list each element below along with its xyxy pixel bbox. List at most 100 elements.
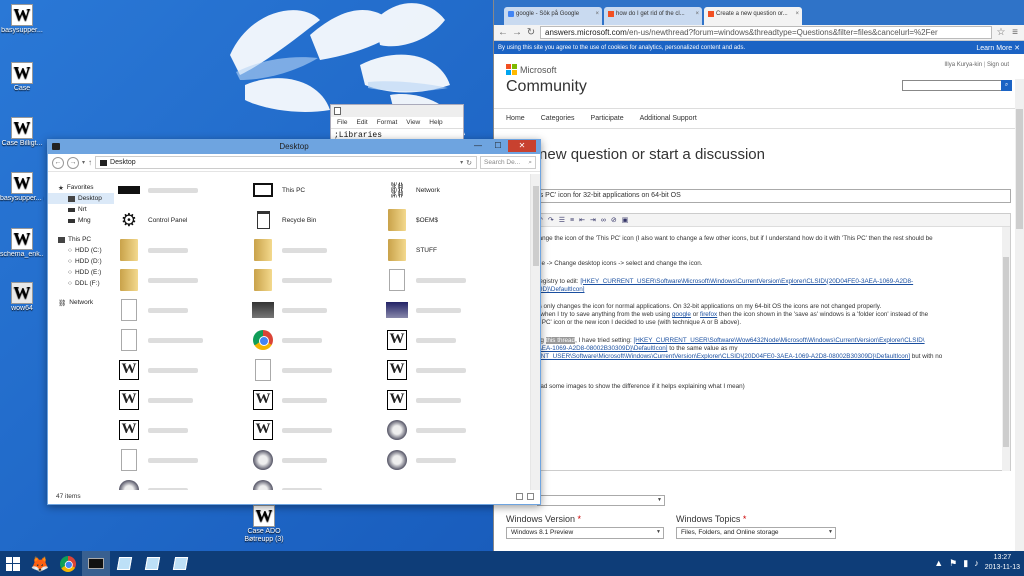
file-item[interactable]: W (118, 386, 193, 414)
tab-how-do-i[interactable]: how do I get rid of the cl... × (604, 7, 702, 25)
windows-topics-select[interactable]: Files, Folders, and Online storage ▼ (676, 527, 836, 539)
up-icon[interactable]: ↑ (88, 158, 92, 167)
menu-icon[interactable]: ≡ (1010, 27, 1020, 38)
file-item[interactable] (118, 176, 198, 204)
file-item[interactable]: W (118, 356, 198, 384)
file-item[interactable] (252, 476, 322, 490)
question-title-input[interactable]: This PC' icon for 32-bit applications on… (521, 189, 1011, 203)
indent-icon[interactable]: ⇥ (590, 216, 596, 224)
chevron-down-icon[interactable]: ▾ (82, 159, 85, 166)
file-item[interactable]: W (386, 326, 456, 354)
file-item[interactable] (386, 416, 466, 444)
rich-text-editor[interactable]: I ↶ ↷ ☰ ≡ ⇤ ⇥ ∞ ⊘ ▣ change the icon of t… (521, 213, 1011, 471)
user-name-link[interactable]: Illya Kurya-kin (944, 62, 982, 68)
star-icon[interactable]: ☆ (996, 27, 1006, 38)
menu-format[interactable]: Format (377, 119, 398, 126)
menu-edit[interactable]: Edit (356, 119, 367, 126)
show-hidden-icons-icon[interactable]: ▲ (934, 558, 943, 568)
tab-create-question[interactable]: Create a new question or... × (704, 7, 802, 25)
folder-item[interactable] (118, 266, 198, 294)
explorer-search-input[interactable]: Search De... ⌕ (480, 156, 536, 169)
file-item[interactable] (118, 296, 188, 324)
file-item[interactable]: W (252, 386, 327, 414)
network-item[interactable]: ⛓ Network (386, 176, 439, 204)
close-tab-icon[interactable]: × (595, 11, 599, 25)
back-icon[interactable]: ← (498, 27, 508, 38)
file-item[interactable] (252, 356, 332, 384)
nav-drive-d[interactable]: ○ HDD (D:) (48, 256, 114, 267)
notepad-titlebar[interactable] (331, 105, 463, 117)
category-dropdown[interactable]: ▼ (537, 495, 665, 506)
site-title[interactable]: Community (506, 78, 587, 96)
start-button[interactable] (0, 551, 26, 576)
close-icon[interactable]: ✕ (1014, 45, 1020, 52)
network-status-icon[interactable]: ▮ (963, 558, 968, 568)
highlighted-link[interactable]: this thread (545, 336, 576, 344)
notepad-taskbar-button[interactable] (166, 551, 194, 576)
outdent-icon[interactable]: ⇤ (579, 216, 585, 224)
nav-categories[interactable]: Categories (541, 115, 575, 122)
file-item[interactable]: W (118, 416, 188, 444)
nav-participate[interactable]: Participate (591, 115, 624, 122)
notepad-taskbar-button[interactable] (110, 551, 138, 576)
chrome-taskbar-button[interactable] (54, 551, 82, 576)
registry-link[interactable]: [HKEY_CURRENT_USER\Software\Microsoft\Wi… (580, 278, 913, 285)
volume-icon[interactable]: ♪ (974, 558, 979, 568)
explorer-titlebar[interactable]: Desktop — ☐ ✕ (48, 140, 540, 154)
desktop-icon[interactable]: W basysupper... (3) (0, 172, 44, 203)
redo-icon[interactable]: ↷ (548, 216, 554, 224)
editor-content[interactable]: change the icon of the 'This PC' icon (I… (522, 227, 1010, 391)
stuff-folder-item[interactable]: STUFF (386, 236, 437, 264)
editor-scrollbar[interactable] (1002, 227, 1010, 471)
explorer-scrollbar[interactable] (530, 174, 540, 490)
nav-this-pc[interactable]: This PC (48, 234, 114, 245)
nav-favorites[interactable]: ★ Favorites (48, 182, 114, 193)
unlink-icon[interactable]: ⊘ (611, 216, 617, 224)
forward-icon[interactable]: → (67, 156, 79, 169)
desktop-icon[interactable]: W Case (0, 62, 44, 93)
nav-network[interactable]: ⛓ Network (48, 297, 114, 308)
chrome-item[interactable] (252, 326, 322, 354)
file-item[interactable]: W (386, 356, 466, 384)
fox-app-icon[interactable]: 🦊 (26, 551, 54, 576)
nav-home[interactable]: Home (506, 115, 525, 122)
desktop-icon[interactable]: W Case Billigt... (0, 117, 44, 148)
command-prompt-taskbar-button[interactable] (82, 551, 110, 576)
sign-out-link[interactable]: Sign out (987, 62, 1009, 68)
forward-icon[interactable]: → (512, 27, 522, 38)
image-icon[interactable]: ▣ (622, 216, 629, 224)
ordered-list-icon[interactable]: ☰ (559, 216, 565, 224)
desktop-icon[interactable]: W wow64 (0, 282, 44, 313)
notepad-taskbar-button[interactable] (138, 551, 166, 576)
control-panel-item[interactable]: ⚙ Control Panel (118, 206, 187, 234)
file-item[interactable] (252, 296, 327, 324)
file-item[interactable]: W (386, 386, 461, 414)
menu-view[interactable]: View (406, 119, 420, 126)
link-icon[interactable]: ∞ (601, 217, 606, 224)
windows-version-select[interactable]: Windows 8.1 Preview ▼ (506, 527, 664, 539)
clock[interactable]: 13:27 2013-11-13 (985, 553, 1020, 573)
refresh-icon[interactable]: ↻ (466, 159, 472, 167)
nav-drive-f[interactable]: ○ DDL (F:) (48, 278, 114, 289)
file-item[interactable]: W (252, 416, 332, 444)
nav-additional-support[interactable]: Additional Support (640, 115, 697, 122)
folder-item[interactable] (252, 236, 327, 264)
reload-icon[interactable]: ↻ (526, 27, 536, 38)
tab-google[interactable]: google - Sök på Google × (504, 7, 602, 25)
url-input[interactable]: answers.microsoft.com/en-us/newthread?fo… (540, 26, 992, 39)
page-scrollbar[interactable] (1015, 79, 1024, 552)
nav-desktop[interactable]: Desktop (48, 193, 114, 204)
recycle-bin-item[interactable]: Recycle Bin (252, 206, 316, 234)
menu-help[interactable]: Help (429, 119, 442, 126)
bullet-list-icon[interactable]: ≡ (570, 217, 574, 224)
chevron-down-icon[interactable]: ▾ (460, 159, 463, 166)
close-tab-icon[interactable]: × (795, 11, 799, 25)
oem-folder-item[interactable]: $OEM$ (386, 206, 438, 234)
back-icon[interactable]: ← (52, 156, 64, 169)
file-item[interactable] (118, 446, 198, 474)
file-item[interactable] (386, 266, 466, 294)
close-button[interactable]: ✕ (508, 140, 536, 152)
file-item[interactable] (386, 446, 456, 474)
desktop-icon[interactable]: W basysupper... (0, 4, 44, 35)
search-icon[interactable]: ⌕ (1001, 80, 1012, 91)
